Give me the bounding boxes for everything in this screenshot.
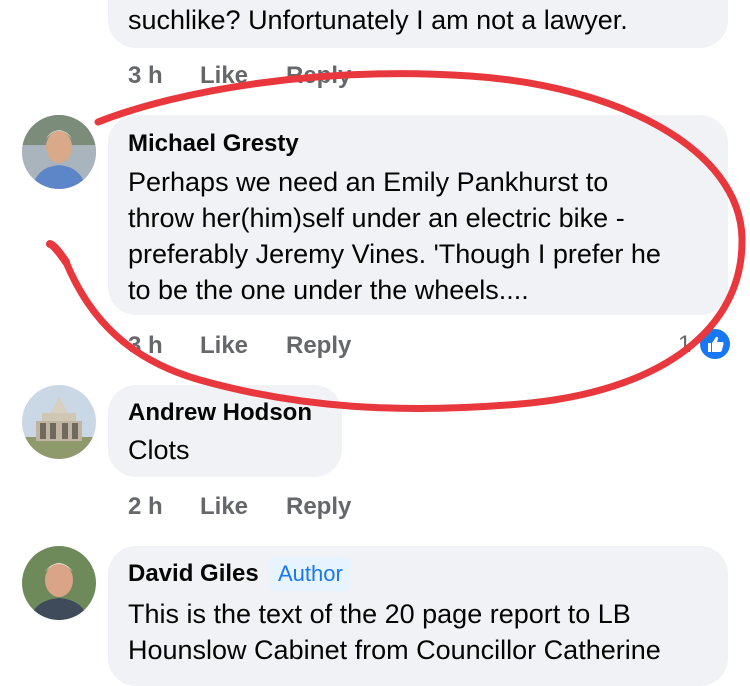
reaction-count[interactable]: 1 [678,331,691,359]
reply-button[interactable]: Reply [286,493,351,521]
reply-button[interactable]: Reply [286,332,351,360]
like-button[interactable]: Like [200,493,248,521]
comment-text-line: This is the text of the 20 page report t… [128,599,631,629]
avatar[interactable] [22,546,96,620]
avatar[interactable] [22,385,96,459]
author-badge: Author [270,557,351,591]
comment-text: Clots [128,435,190,465]
comment-timestamp[interactable]: 3 h [128,332,163,360]
like-button[interactable]: Like [200,62,248,90]
comment-text: suchlike? Unfortunately I am not a lawye… [128,5,628,35]
comment-text-line: Perhaps we need an Emily Pankhurst to [128,167,609,197]
comment-text-line: throw her(him)self under an electric bik… [128,203,625,233]
reply-button[interactable]: Reply [286,62,351,90]
like-button[interactable]: Like [200,332,248,360]
comment-timestamp[interactable]: 2 h [128,493,163,521]
comment-author-name[interactable]: Michael Gresty [128,130,299,158]
thumbs-up-icon[interactable] [698,327,732,361]
avatar[interactable] [22,115,96,189]
comment-text-line: Hounslow Cabinet from Councillor Catheri… [128,635,661,665]
comment-text-line: to be the one under the wheels.... [128,275,529,305]
comment-author-name[interactable]: David Giles [128,560,259,588]
comment-timestamp[interactable]: 3 h [128,62,163,90]
comment-text-line: preferably Jeremy Vines. 'Though I prefe… [128,239,661,269]
comment-author-name[interactable]: Andrew Hodson [128,399,312,427]
